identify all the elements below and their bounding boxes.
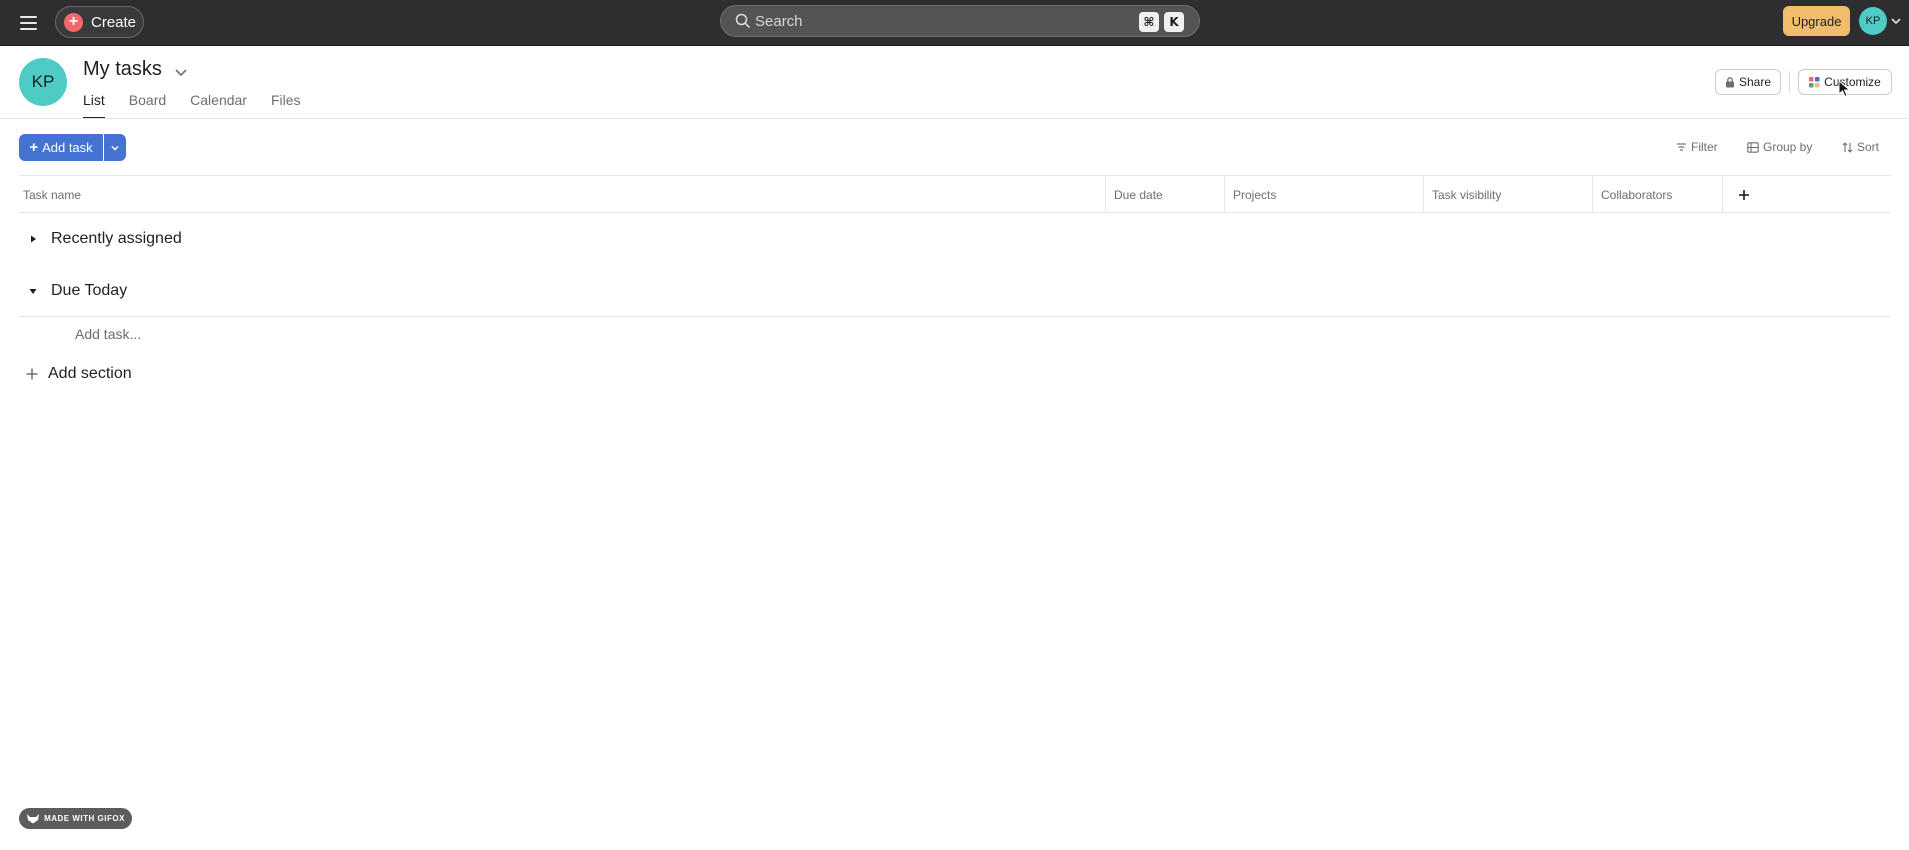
header-separator xyxy=(1789,71,1790,93)
section-divider xyxy=(19,316,1891,317)
search-bar[interactable]: ⌘ K xyxy=(720,5,1200,37)
add-task-dropdown-button[interactable] xyxy=(104,134,126,161)
group-by-icon xyxy=(1747,141,1759,153)
triangle-right-icon xyxy=(31,235,36,243)
triangle-down-icon xyxy=(29,289,37,294)
page-avatar: KP xyxy=(19,58,67,106)
column-header-row: Task name Due date Projects Task visibil… xyxy=(19,175,1891,213)
sort-button[interactable]: Sort xyxy=(1842,136,1879,158)
top-bar: + Create ⌘ K Upgrade KP xyxy=(0,0,1909,46)
column-header-due-date[interactable]: Due date xyxy=(1106,176,1225,213)
column-header-projects[interactable]: Projects xyxy=(1225,176,1424,213)
plus-icon: + xyxy=(29,139,39,156)
page-title: My tasks xyxy=(83,58,162,80)
share-label: Share xyxy=(1738,75,1772,89)
lock-icon xyxy=(1725,76,1734,87)
k-key-badge: K xyxy=(1164,12,1184,32)
chevron-down-icon[interactable] xyxy=(1890,15,1902,27)
column-header-collaborators[interactable]: Collaborators xyxy=(1593,176,1723,213)
column-header-task-visibility[interactable]: Task visibility xyxy=(1424,176,1593,213)
create-label: Create xyxy=(91,13,137,31)
plus-icon xyxy=(26,368,38,380)
tab-list[interactable]: List xyxy=(83,90,105,119)
search-icon xyxy=(735,13,751,29)
upgrade-button[interactable]: Upgrade xyxy=(1783,6,1850,36)
fox-logo-icon xyxy=(27,814,40,824)
section-toggle-button[interactable] xyxy=(19,277,47,305)
tab-calendar[interactable]: Calendar xyxy=(190,90,247,118)
add-task-label: Add task xyxy=(42,140,93,155)
search-input[interactable] xyxy=(755,12,1135,30)
group-by-label: Group by xyxy=(1763,140,1813,154)
view-tabs: List Board Calendar Files xyxy=(83,90,325,119)
create-button[interactable]: + Create xyxy=(55,6,144,38)
add-column-button[interactable] xyxy=(1724,176,1764,213)
section-title[interactable]: Due Today xyxy=(51,282,127,300)
plus-icon: + xyxy=(64,12,83,32)
hamburger-menu-icon[interactable] xyxy=(18,12,40,34)
column-header-task-name[interactable]: Task name xyxy=(19,176,1106,213)
command-key-badge: ⌘ xyxy=(1139,12,1159,32)
section-due-today: Due Today xyxy=(19,276,1891,306)
share-button[interactable]: Share xyxy=(1715,69,1781,95)
filter-button[interactable]: Filter xyxy=(1676,136,1718,158)
plus-icon xyxy=(1739,189,1749,200)
add-section-label: Add section xyxy=(48,365,132,382)
section-title[interactable]: Recently assigned xyxy=(51,230,182,248)
filter-icon xyxy=(1677,143,1686,151)
group-by-button[interactable]: Group by xyxy=(1747,136,1812,158)
customize-grid-icon xyxy=(1809,76,1820,87)
customize-label: Customize xyxy=(1824,75,1881,89)
add-task-inline-link[interactable]: Add task... xyxy=(75,326,141,342)
watermark-text: MADE WITH GIFOX xyxy=(44,814,125,823)
tab-board[interactable]: Board xyxy=(129,90,166,118)
watermark-badge: MADE WITH GIFOX xyxy=(19,808,132,829)
user-avatar[interactable]: KP xyxy=(1859,7,1887,35)
sort-icon xyxy=(1842,141,1853,153)
tab-files[interactable]: Files xyxy=(271,90,301,118)
header-divider xyxy=(0,118,1909,119)
customize-button[interactable]: Customize xyxy=(1798,69,1892,95)
title-chevron-down-icon[interactable] xyxy=(172,63,190,81)
filter-label: Filter xyxy=(1691,140,1718,154)
section-toggle-button[interactable] xyxy=(19,225,47,253)
sort-label: Sort xyxy=(1857,140,1880,154)
add-section-button[interactable]: Add section xyxy=(26,365,132,383)
add-task-button[interactable]: + Add task xyxy=(19,134,103,161)
chevron-down-icon xyxy=(111,145,119,151)
section-recently-assigned: Recently assigned xyxy=(19,224,1891,254)
